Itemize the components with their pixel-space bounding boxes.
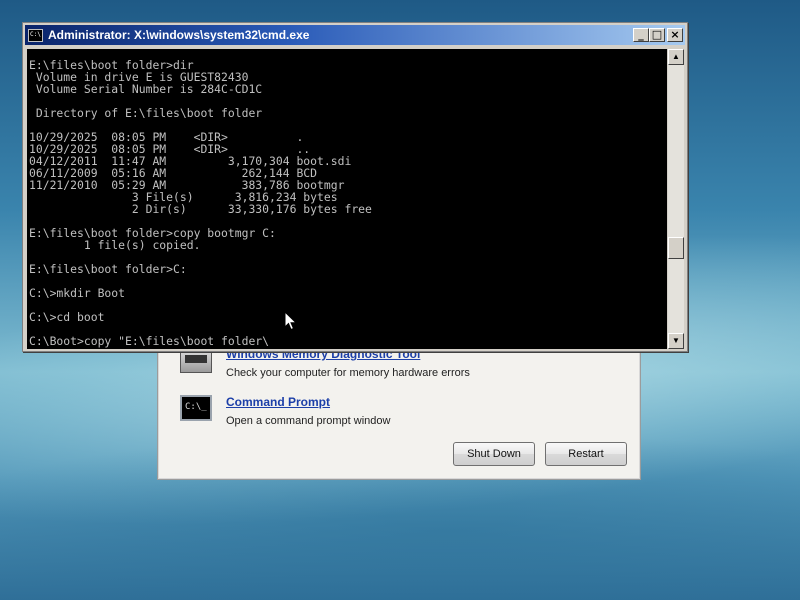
cmd-window-icon[interactable] [28,28,43,42]
shut-down-button[interactable]: Shut Down [453,442,535,466]
scrollbar-thumb[interactable] [668,237,684,260]
console-output[interactable]: E:\files\boot folder>dir Volume in drive… [27,49,667,349]
arrow-down-icon: ▼ [672,336,680,345]
vertical-scrollbar[interactable]: ▲ ▼ [668,49,684,349]
command-prompt-link[interactable]: Command Prompt [226,395,390,410]
scroll-up-button[interactable]: ▲ [668,49,684,65]
arrow-up-icon: ▲ [672,52,680,61]
cmd-window-title: Administrator: X:\windows\system32\cmd.e… [48,28,310,42]
restart-button[interactable]: Restart [545,442,627,466]
scroll-down-button[interactable]: ▼ [668,333,684,349]
window-controls: _ □ × [633,28,683,42]
console-text: E:\files\boot folder>dir Volume in drive… [29,58,372,348]
memory-diagnostic-description: Check your computer for memory hardware … [226,367,470,379]
maximize-icon: □ [651,28,663,41]
maximize-button[interactable]: □ [649,28,665,42]
command-prompt-icon [180,395,212,421]
minimize-icon: _ [638,28,644,41]
cmd-titlebar[interactable]: Administrator: X:\windows\system32\cmd.e… [25,25,685,45]
minimize-button[interactable]: _ [633,28,649,42]
cmd-window[interactable]: Administrator: X:\windows\system32\cmd.e… [22,22,688,352]
close-button[interactable]: × [667,28,683,42]
mouse-pointer-icon [284,311,298,331]
command-prompt-description: Open a command prompt window [226,415,391,427]
close-icon: × [670,28,680,41]
recovery-item-command-prompt: Command Prompt Open a command prompt win… [180,395,390,428]
